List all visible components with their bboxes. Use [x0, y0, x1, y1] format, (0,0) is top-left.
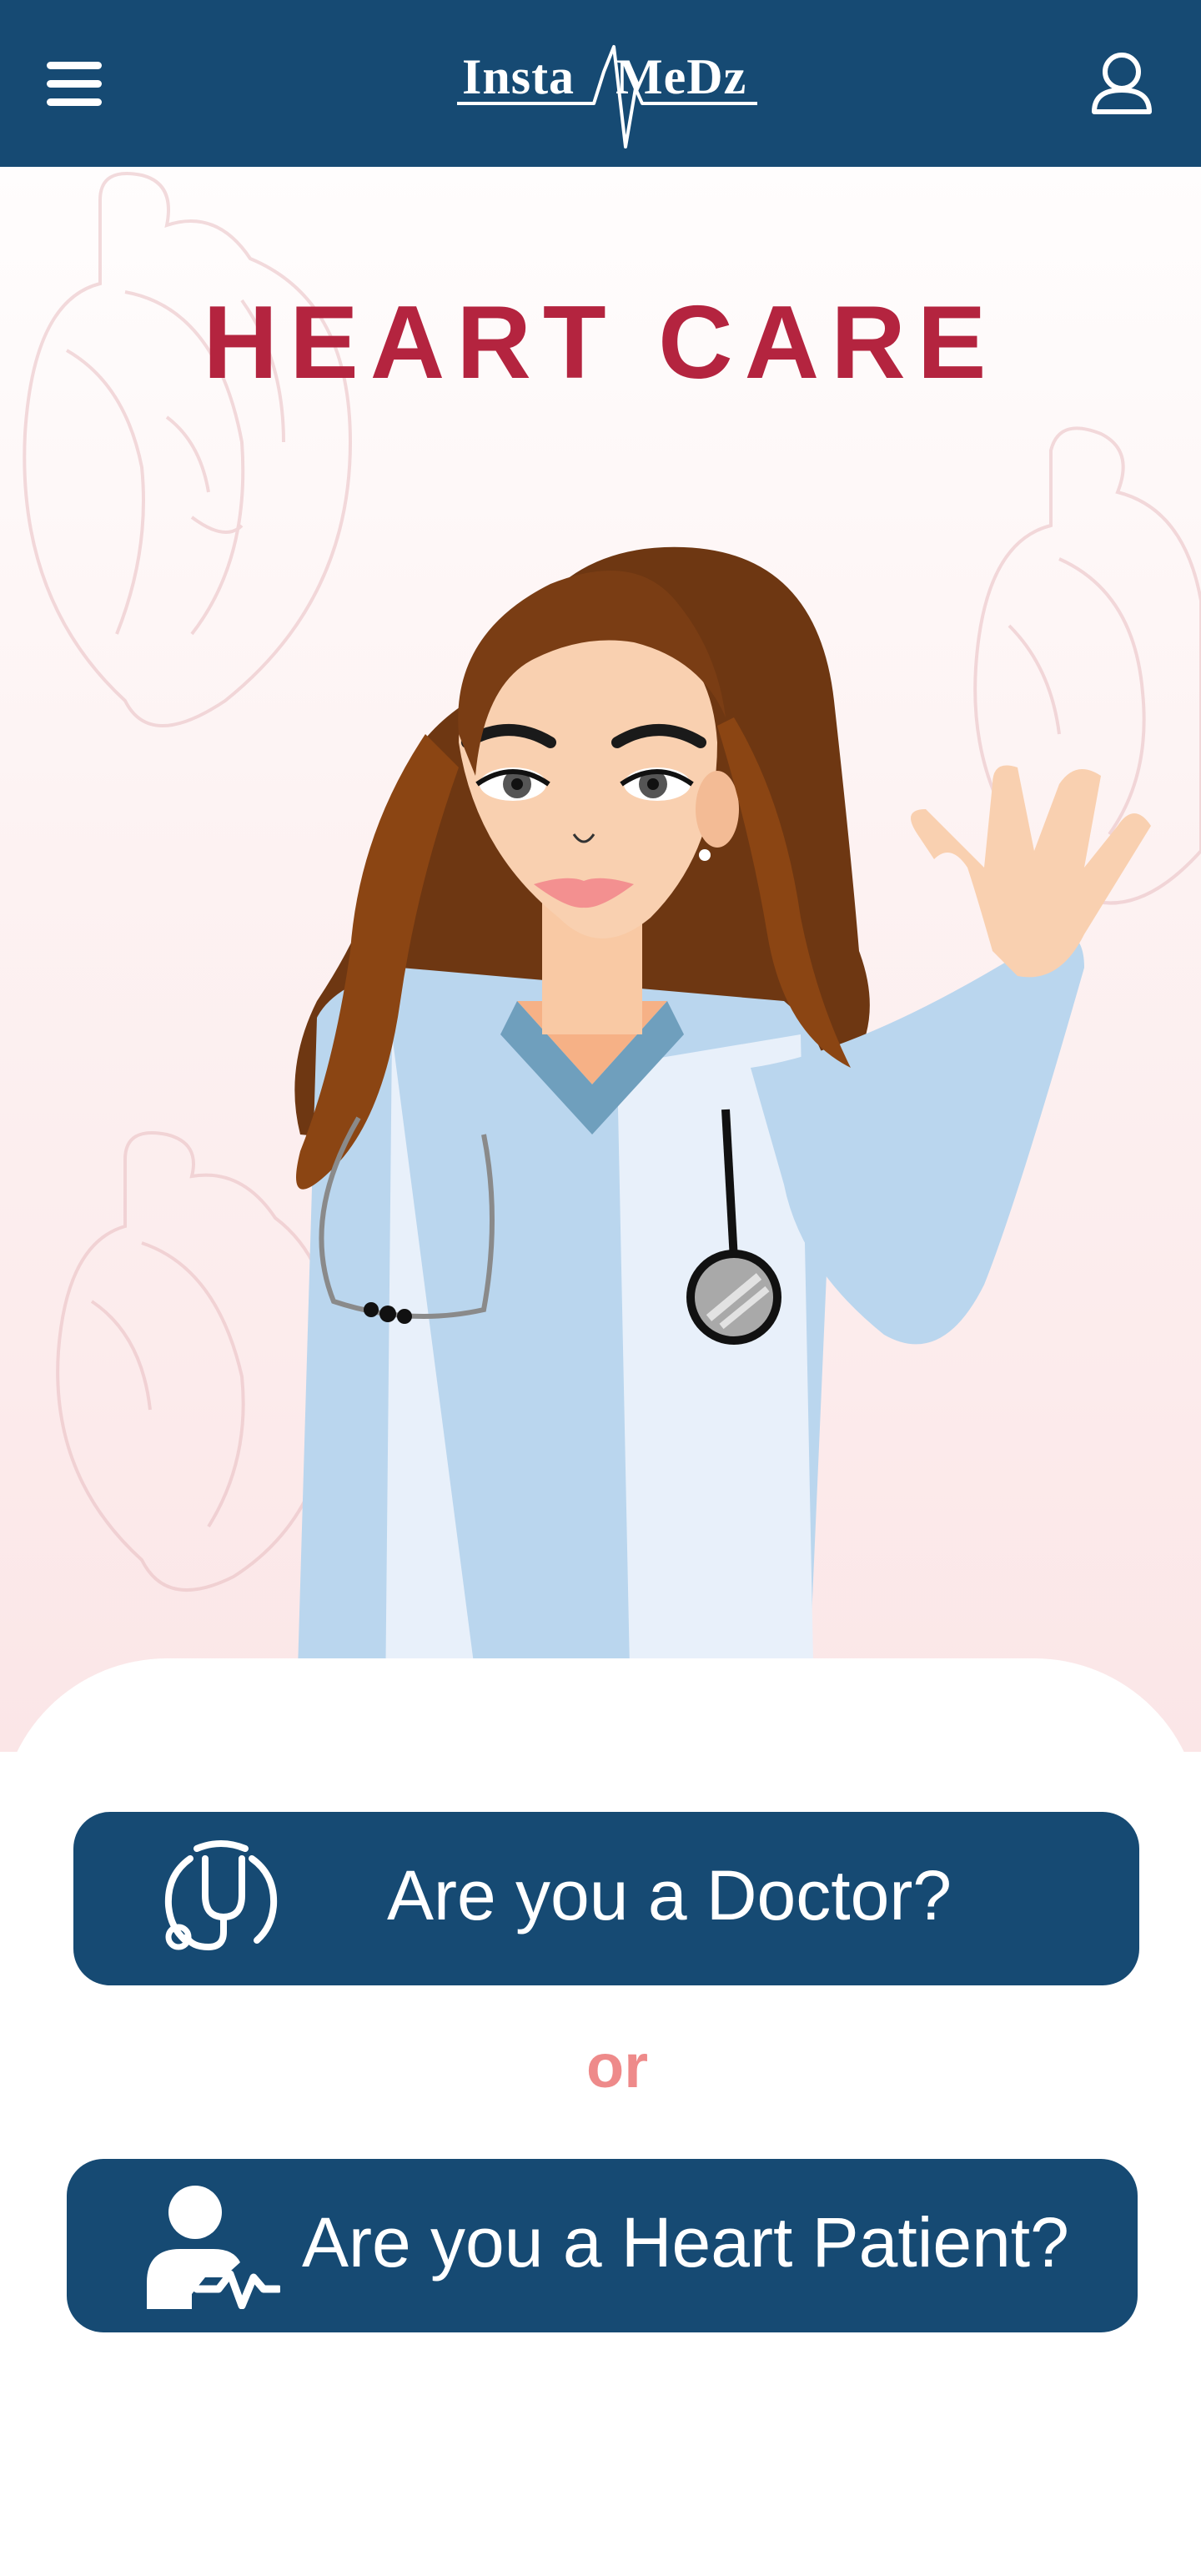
doctor-role-button[interactable]: Are you a Doctor?	[73, 1812, 1139, 1985]
page-title: HEART CARE	[203, 285, 998, 400]
patient-role-button[interactable]: Are you a Heart Patient?	[67, 2159, 1138, 2332]
role-selection-panel	[0, 1658, 1201, 2576]
doctor-role-label: Are you a Doctor?	[387, 1856, 952, 1935]
waving-doctor-illustration	[294, 546, 1151, 1752]
instamedz-logo: Insta MeDz	[457, 38, 757, 155]
or-separator: or	[586, 2031, 648, 2101]
patient-role-label: Are you a Heart Patient?	[302, 2203, 1069, 2282]
hamburger-menu-icon[interactable]	[47, 50, 117, 117]
logo-text-right: MeDz	[616, 49, 747, 104]
logo-text-left: Insta	[462, 49, 575, 104]
top-app-bar: Insta MeDz	[0, 0, 1201, 167]
user-profile-icon[interactable]	[1084, 47, 1159, 122]
hero-section: HEART CARE	[0, 167, 1201, 1752]
stethoscope-icon	[164, 1840, 278, 1951]
patient-heartbeat-icon	[147, 2186, 280, 2309]
